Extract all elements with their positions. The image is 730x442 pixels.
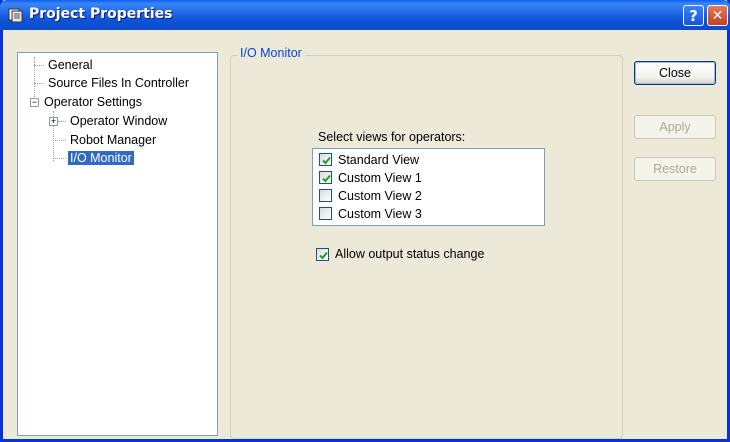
help-button[interactable]: ? <box>683 5 704 26</box>
tree-item-label: I/O Monitor <box>68 151 134 165</box>
tree-connector <box>53 158 66 159</box>
tree-item-source-files[interactable]: Source Files In Controller <box>46 75 191 91</box>
settings-tree[interactable]: General Source Files In Controller − Ope… <box>17 52 218 436</box>
list-item-label: Custom View 2 <box>338 188 422 203</box>
list-item-custom-view-3[interactable]: Custom View 3 <box>319 205 422 222</box>
checkmark-icon <box>319 251 328 259</box>
tree-item-label: Robot Manager <box>70 133 157 147</box>
checkbox[interactable] <box>319 207 332 220</box>
list-item-label: Standard View <box>338 152 420 167</box>
tree-item-label: Source Files In Controller <box>48 76 190 90</box>
help-icon: ? <box>689 6 698 25</box>
checkmark-icon <box>322 174 331 183</box>
properties-app-icon <box>8 8 23 23</box>
tree-item-label: General <box>48 58 93 72</box>
tree-item-robot-manager[interactable]: Robot Manager <box>68 132 158 148</box>
dialog-title: Project Properties <box>29 6 173 22</box>
tree-connector <box>58 121 66 122</box>
allow-output-checkbox[interactable] <box>316 247 329 261</box>
tree-item-io-monitor[interactable]: I/O Monitor <box>68 150 134 166</box>
tree-item-label: Operator Settings <box>44 95 142 109</box>
list-item-custom-view-1[interactable]: Custom View 1 <box>319 169 422 186</box>
list-item-custom-view-2[interactable]: Custom View 2 <box>319 187 422 204</box>
checkmark-icon <box>322 156 331 165</box>
apply-button[interactable]: Apply <box>634 115 716 139</box>
title-bar[interactable]: Project Properties ? ✕ <box>0 0 730 30</box>
list-item-label: Custom View 3 <box>338 206 422 221</box>
tree-connector <box>34 65 44 66</box>
allow-output-checkbox-row[interactable]: Allow output status change <box>316 247 484 261</box>
collapse-icon[interactable]: − <box>30 98 39 107</box>
tree-item-operator-window[interactable]: Operator Window <box>68 113 169 129</box>
tree-connector <box>53 140 66 141</box>
checkbox[interactable] <box>319 171 332 184</box>
operator-views-list[interactable]: Standard View Custom View 1 Custom View … <box>312 148 545 226</box>
expand-icon[interactable]: + <box>49 117 58 126</box>
tree-connector <box>34 83 44 84</box>
close-icon: ✕ <box>711 7 724 24</box>
checkbox[interactable] <box>319 153 332 166</box>
close-window-button[interactable]: ✕ <box>707 5 728 26</box>
select-views-label: Select views for operators: <box>318 130 466 144</box>
checkbox[interactable] <box>319 189 332 202</box>
list-item-standard-view[interactable]: Standard View <box>319 151 419 168</box>
tree-item-label: Operator Window <box>70 114 168 128</box>
allow-output-label: Allow output status change <box>335 247 485 261</box>
tree-item-operator-settings[interactable]: Operator Settings <box>42 94 144 110</box>
list-item-label: Custom View 1 <box>338 170 422 185</box>
groupbox-title: I/O Monitor <box>237 46 305 60</box>
close-button[interactable]: Close <box>634 61 716 85</box>
tree-item-general[interactable]: General <box>46 57 94 73</box>
tree-connector <box>34 57 35 101</box>
restore-button[interactable]: Restore <box>634 157 716 181</box>
